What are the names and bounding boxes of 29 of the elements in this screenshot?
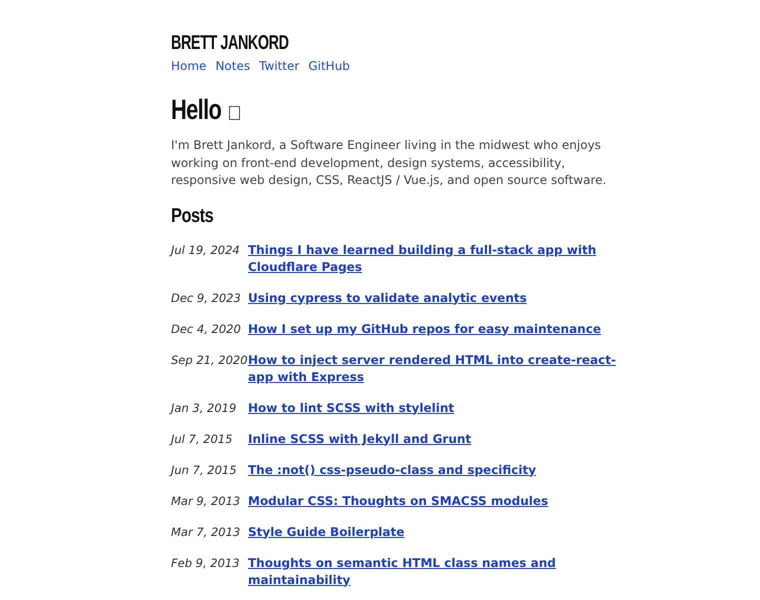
post-link[interactable]: Using cypress to validate analytic events: [248, 290, 616, 306]
post-link[interactable]: Modular CSS: Thoughts on SMACSS modules: [248, 492, 616, 510]
post-date: Dec 9, 2023: [171, 290, 241, 306]
post-date: Sep 21, 2020: [171, 352, 248, 368]
post-date: Jul 19, 2024: [171, 242, 240, 258]
post-date: Jan 3, 2019: [171, 400, 236, 416]
nav-link[interactable]: Home: [171, 58, 206, 75]
post-date: Feb 9, 2013: [171, 554, 240, 572]
post-date: Mar 7, 2013: [171, 524, 240, 540]
post-link[interactable]: Style Guide Boilerplate: [248, 524, 616, 540]
post-link[interactable]: How to inject server rendered HTML into create-react-app with Express: [248, 352, 616, 386]
post-date: Dec 4, 2020: [171, 320, 241, 338]
post-link[interactable]: How I set up my GitHub repos for easy maintenance: [248, 320, 616, 338]
post-link[interactable]: Things I have learned building a full-stack app with Cloudflare Pages: [248, 242, 616, 276]
section-heading: Posts: [171, 204, 214, 228]
nav-link[interactable]: Notes: [215, 58, 250, 75]
post-date: Jun 7, 2015: [171, 462, 237, 478]
post-link[interactable]: How to lint SCSS with stylelint: [248, 400, 616, 416]
page-heading: Hello: [171, 93, 222, 127]
post-link[interactable]: Inline SCSS with Jekyll and Grunt: [248, 430, 616, 448]
post-link[interactable]: Thoughts on semantic HTML class names and maintainability: [248, 554, 616, 588]
missing-glyph-icon: [229, 106, 240, 120]
post-date: Jul 7, 2015: [171, 430, 232, 448]
intro-paragraph: I'm Brett Jankord, a Software Engineer living in the midwest who enjoys working on front-end development, design systems, accessibility, responsive web design, CSS, ReactJS / Vue.js, and open source software.: [171, 137, 608, 189]
post-link[interactable]: The :not() css-pseudo-class and specificity: [248, 462, 616, 478]
nav-link[interactable]: Twitter: [259, 58, 300, 75]
post-date: Mar 9, 2013: [171, 492, 240, 510]
site-title: BRETT JANKORD: [171, 31, 289, 56]
nav-link[interactable]: GitHub: [308, 58, 350, 75]
